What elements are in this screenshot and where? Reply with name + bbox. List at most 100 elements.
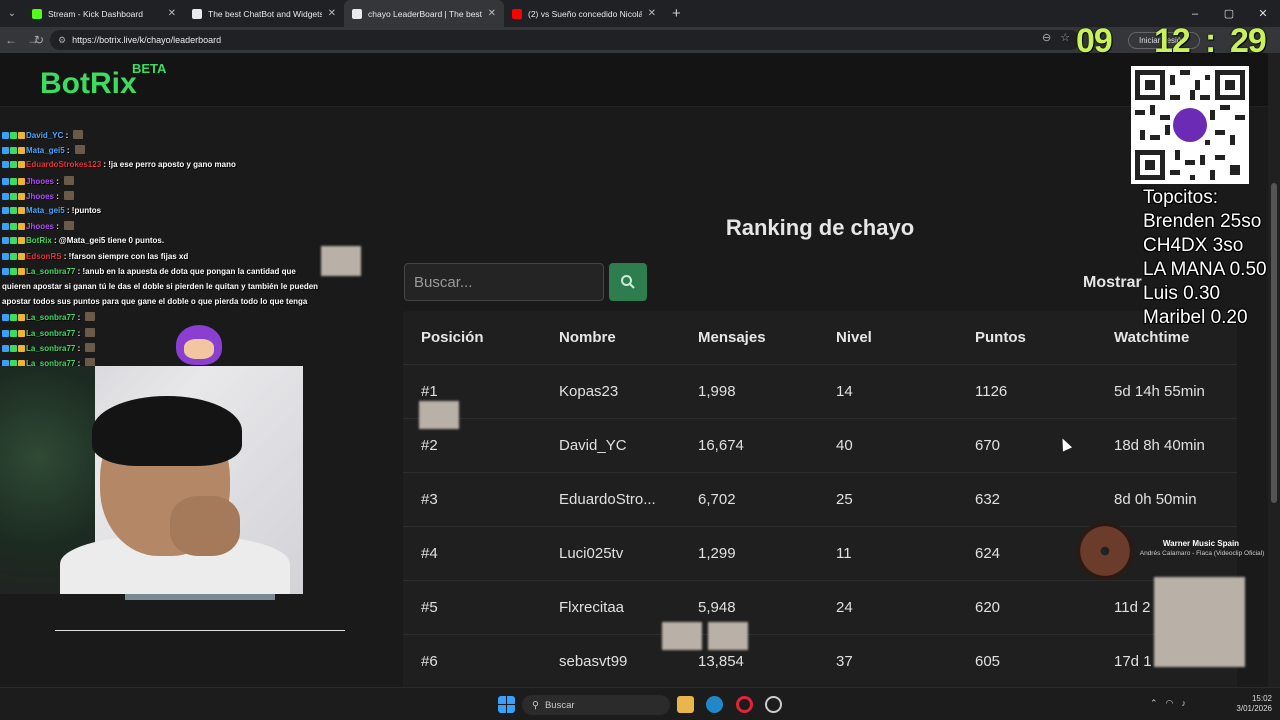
- chat-separator: :: [75, 313, 83, 323]
- chat-message: La_sonbra77 :: [2, 327, 96, 338]
- col-level[interactable]: Nivel: [836, 329, 872, 346]
- botrix-logo[interactable]: BotRix: [40, 67, 137, 101]
- scrollbar-thumb[interactable]: [1271, 183, 1277, 503]
- chat-badge-icon: [10, 161, 17, 169]
- tab-close-icon[interactable]: ✕: [328, 8, 336, 19]
- chat-badge-icon: [2, 223, 9, 231]
- new-tab-button[interactable]: +: [672, 5, 681, 22]
- col-position[interactable]: Posición: [421, 329, 484, 346]
- row-name: EduardoStro...: [559, 491, 656, 508]
- wifi-icon[interactable]: ◠: [1166, 698, 1174, 709]
- taskbar-search-label: Buscar: [544, 699, 575, 711]
- chat-username: BotRix: [26, 236, 52, 246]
- chat-message: La_sonbra77 : !anub en la apuesta de dot…: [2, 267, 296, 276]
- page-title: Ranking de chayo: [725, 215, 915, 240]
- chat-message: BotRix : @Mata_gei5 tiene 0 puntos.: [2, 236, 164, 245]
- chat-message: apostar todos sus puntos para que gane e…: [2, 297, 307, 306]
- chat-username: La_sonbra77: [26, 343, 76, 353]
- chat-username: La_sonbra77: [26, 328, 76, 338]
- clock-minutes: 12: [1154, 22, 1191, 60]
- chat-username: Jhooes: [26, 222, 55, 232]
- chat-separator: :: [54, 222, 62, 232]
- tab-close-icon[interactable]: ✕: [168, 8, 176, 19]
- col-messages[interactable]: Mensajes: [698, 329, 766, 346]
- edge-icon[interactable]: [706, 696, 723, 713]
- row-watchtime: 18d 8h 40min: [1114, 437, 1205, 454]
- overlay-emote-2: [662, 622, 702, 650]
- album-disc: [1076, 522, 1134, 580]
- chat-badge-icon: [10, 207, 17, 214]
- back-icon[interactable]: ←: [0, 33, 22, 47]
- table-header: Posición Nombre Mensajes Nivel Puntos Wa…: [403, 311, 1237, 365]
- col-watchtime[interactable]: Watchtime: [1114, 329, 1189, 346]
- row-name: David_YC: [559, 437, 627, 454]
- chat-badge-icon: [18, 344, 25, 352]
- topcitos-line: Topcitos:: [1143, 187, 1218, 208]
- row-points: 1126: [975, 383, 1008, 400]
- col-points[interactable]: Puntos: [975, 329, 1026, 346]
- taskbar-search-icon: ⚲: [532, 699, 539, 711]
- zoom-icon[interactable]: ⊖: [1042, 31, 1051, 44]
- row-watchtime: 11d 2: [1114, 599, 1151, 616]
- bookmark-star-icon[interactable]: ☆: [1060, 31, 1070, 44]
- file-explorer-icon[interactable]: [677, 696, 694, 713]
- search-input[interactable]: [404, 263, 604, 301]
- browser-tab[interactable]: The best ChatBot and Widgets for ✕: [184, 0, 344, 27]
- windows-start-icon[interactable]: [498, 696, 515, 713]
- speaker-icon[interactable]: ♪: [1181, 698, 1186, 709]
- chat-badge-icon: [10, 192, 17, 200]
- site-info-icon[interactable]: ⚙: [58, 35, 66, 46]
- settings-gear-icon[interactable]: [765, 696, 782, 713]
- search-icon: [621, 275, 635, 289]
- chat-emote: [85, 327, 96, 337]
- chat-username: EdsonRS: [26, 251, 62, 261]
- row-name: sebasvt99: [559, 653, 628, 670]
- browser-tab[interactable]: Stream - Kick Dashboard ✕: [24, 0, 184, 27]
- mascot-emote: [176, 325, 222, 365]
- yape-qr-code: [1131, 66, 1249, 184]
- chat-badge-icon: [18, 237, 25, 245]
- row-messages: 6,702: [698, 491, 736, 508]
- row-messages: 16,674: [698, 437, 744, 454]
- chat-message: EdsonRS : !farson siempre con las fijas …: [2, 252, 188, 261]
- opera-icon[interactable]: [736, 696, 753, 713]
- overlay-image-thumb: [1154, 577, 1245, 667]
- page-scrollbar[interactable]: [1268, 53, 1280, 687]
- chat-emote: [74, 145, 85, 155]
- col-name[interactable]: Nombre: [559, 329, 616, 346]
- reload-icon[interactable]: ↻: [28, 33, 50, 47]
- address-bar[interactable]: ⚙ https://botrix.live/k/chayo/leaderboar…: [50, 30, 1080, 50]
- leaderboard-table: Posición Nombre Mensajes Nivel Puntos Wa…: [403, 311, 1237, 691]
- taskbar-clock[interactable]: 15:02 3/01/2026: [1226, 694, 1272, 714]
- tab-close-icon[interactable]: ✕: [648, 8, 656, 19]
- chat-badge-icon: [18, 267, 25, 275]
- search-button[interactable]: [609, 263, 647, 301]
- chat-separator: :: [64, 146, 72, 156]
- row-position: #2: [421, 437, 438, 454]
- chat-username: EduardoStrokes123: [26, 160, 102, 170]
- chat-emote: [73, 130, 84, 139]
- taskbar-time: 15:02: [1251, 694, 1272, 703]
- topcitos-line: LA MANA 0.50: [1143, 259, 1267, 280]
- tab-label: (2) vs Sueño concedido Nicolás - Y: [528, 8, 642, 19]
- chat-separator: :: [51, 236, 59, 246]
- chat-message: Mata_gei5 :: [2, 145, 85, 155]
- tray-chevron-icon[interactable]: ⌃: [1150, 698, 1158, 709]
- browser-tab[interactable]: chayo LeaderBoard | The best Cha ✕: [344, 0, 504, 27]
- chat-badge-icon: [10, 177, 17, 185]
- chat-text: !anub en la apuesta de dota que pongan l…: [82, 266, 296, 276]
- topcitos-line: Brenden 25so: [1143, 211, 1262, 232]
- chat-badge-icon: [2, 329, 9, 337]
- chat-emote: [64, 175, 75, 185]
- table-row: #1 Kopas23 1,998 14 1126 5d 14h 55min: [403, 365, 1237, 419]
- taskbar-search[interactable]: ⚲ Buscar: [522, 695, 670, 715]
- chat-badge-icon: [18, 192, 25, 200]
- chat-separator: :: [64, 206, 72, 215]
- browser-tab[interactable]: (2) vs Sueño concedido Nicolás - Y ✕: [504, 0, 664, 27]
- chat-separator: :: [75, 328, 83, 338]
- chat-badge-icon: [18, 132, 25, 139]
- topcitos-overlay: Topcitos: Brenden 25so CH4DX 3so LA MANA 0.…: [1143, 186, 1267, 330]
- chat-badge-icon: [10, 147, 17, 155]
- tab-close-icon[interactable]: ✕: [488, 8, 496, 19]
- tab-search-icon[interactable]: ⌄: [0, 0, 24, 27]
